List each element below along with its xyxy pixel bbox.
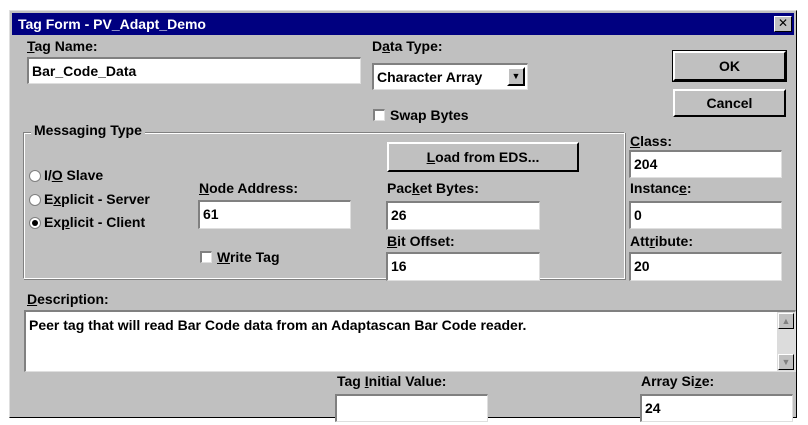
array-size-input[interactable]: 24	[640, 394, 793, 422]
close-icon: ✕	[777, 16, 789, 30]
scroll-down-icon[interactable]: ▼	[778, 354, 794, 370]
swap-bytes-label: Swap Bytes	[390, 107, 469, 123]
tag-initial-value-label: Tag Initial Value:	[337, 373, 447, 389]
swap-bytes-checkbox[interactable]	[373, 109, 385, 121]
ok-button[interactable]: OK	[672, 50, 787, 82]
radio-io-slave-label: I/O Slave	[44, 167, 104, 183]
array-size-label: Array Size:	[641, 373, 715, 389]
bit-offset-label: Bit Offset:	[387, 233, 455, 249]
packet-bytes-input[interactable]: 26	[386, 201, 540, 230]
title-bar: Tag Form - PV_Adapt_Demo ✕	[12, 13, 794, 35]
cancel-button[interactable]: Cancel	[673, 89, 786, 117]
tag-initial-value-input[interactable]	[335, 394, 488, 422]
tag-name-label: Tag Name:	[27, 38, 98, 54]
class-input[interactable]: 204	[629, 150, 782, 178]
tag-name-input[interactable]: Bar_Code_Data	[27, 57, 361, 84]
instance-label: Instance:	[630, 180, 692, 196]
window-title: Tag Form - PV_Adapt_Demo	[18, 16, 206, 32]
messaging-type-title: Messaging Type	[31, 121, 145, 139]
data-type-select[interactable]: Character Array ▼	[372, 63, 528, 90]
tag-form-dialog: Tag Form - PV_Adapt_Demo ✕ Tag Name: Bar…	[9, 10, 797, 422]
description-scrollbar[interactable]: ▲ ▼	[777, 312, 795, 371]
radio-explicit-server[interactable]	[29, 194, 41, 206]
attribute-label: Attribute:	[630, 233, 693, 249]
description-textarea[interactable]: Peer tag that will read Bar Code data fr…	[24, 310, 796, 372]
radio-io-slave[interactable]	[29, 170, 41, 182]
packet-bytes-label: Packet Bytes:	[387, 180, 479, 196]
scroll-up-icon[interactable]: ▲	[778, 313, 794, 329]
data-type-value: Character Array	[377, 69, 483, 85]
description-label: Description:	[27, 291, 109, 307]
node-address-input[interactable]: 61	[198, 200, 351, 229]
radio-explicit-client-label: Explicit - Client	[44, 214, 146, 230]
load-from-eds-button[interactable]: Load from EDS...	[387, 142, 579, 172]
attribute-input[interactable]: 20	[629, 252, 782, 281]
close-button[interactable]: ✕	[774, 16, 792, 32]
instance-input[interactable]: 0	[629, 201, 782, 229]
dropdown-arrow-icon[interactable]: ▼	[507, 67, 525, 86]
write-tag-checkbox[interactable]	[200, 251, 212, 263]
node-address-label: Node Address:	[199, 180, 299, 196]
write-tag-label: Write Tag	[217, 249, 280, 265]
description-text: Peer tag that will read Bar Code data fr…	[29, 317, 527, 333]
radio-explicit-server-label: Explicit - Server	[44, 191, 150, 207]
bit-offset-input[interactable]: 16	[386, 252, 540, 281]
class-label: Class:	[630, 133, 673, 149]
radio-explicit-client[interactable]	[29, 217, 41, 229]
data-type-label: Data Type:	[372, 38, 443, 54]
